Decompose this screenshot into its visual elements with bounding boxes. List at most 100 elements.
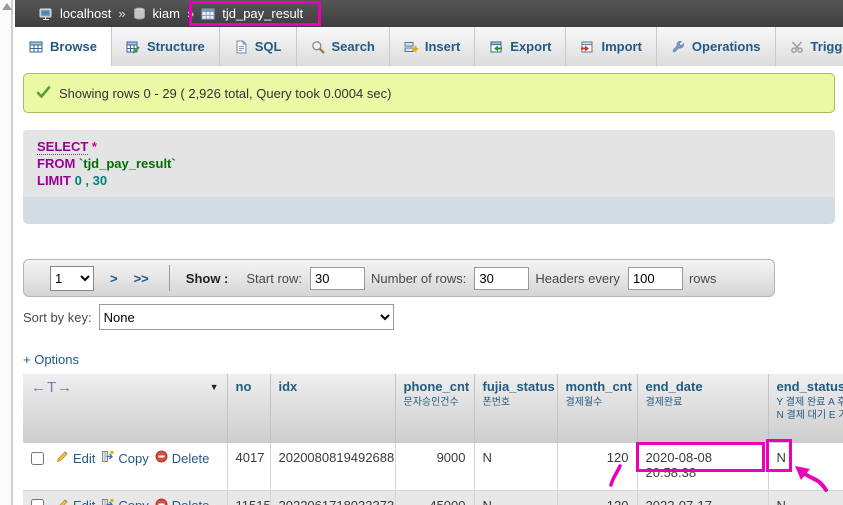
column-options-toggle-icon[interactable]: ▼ (210, 382, 219, 392)
edit-label: Edit (73, 498, 95, 505)
sql-operator: * (92, 139, 97, 154)
toolbar-divider (169, 265, 170, 291)
tab-triggers[interactable]: Triggers (776, 27, 843, 66)
row-select-checkbox[interactable] (31, 499, 44, 505)
column-header-idx: idx (270, 374, 395, 443)
headers-every-input[interactable] (628, 267, 683, 290)
next-page-link[interactable]: > (110, 271, 118, 286)
delete-row-link[interactable]: Delete (155, 450, 210, 466)
cell-phone-cnt: 45000 (395, 490, 474, 505)
query-result-message: Showing rows 0 - 29 ( 2,926 total, Query… (23, 73, 835, 113)
tab-operations[interactable]: Operations (657, 27, 776, 66)
sort-by-key-label: Sort by key: (23, 310, 92, 325)
column-sort-link[interactable]: month_cnt (566, 379, 629, 394)
insert-icon (404, 40, 418, 54)
tab-label: Search (332, 39, 375, 54)
show-label: Show : (186, 271, 229, 286)
column-header-fujia-status: fujia_status 폰번호 (474, 374, 557, 443)
column-sort-link[interactable]: idx (279, 379, 387, 394)
tab-export[interactable]: Export (475, 27, 566, 66)
phpmyadmin-window: localhost » kiam » tjd_pay_result Browse… (0, 0, 843, 505)
copy-row-link[interactable]: Copy (101, 450, 148, 466)
cell-end-status: N (768, 490, 843, 505)
pencil-icon (56, 498, 69, 505)
breadcrumb-table[interactable]: tjd_pay_result (222, 6, 303, 21)
tab-label: Import (601, 39, 641, 54)
sql-line: SELECT * (37, 138, 821, 155)
column-sort-link[interactable]: fujia_status (483, 379, 549, 394)
sql-keyword: SELECT (37, 139, 88, 155)
tab-label: Export (510, 39, 551, 54)
collapse-nav-icon[interactable] (2, 3, 12, 10)
sql-line: LIMIT 0 , 30 (37, 172, 821, 189)
table-row: Edit Copy Delete (23, 490, 843, 505)
row-actions-position-icon[interactable]: ←T→ (31, 379, 73, 396)
success-check-icon (36, 85, 51, 102)
column-sort-link[interactable]: end_date (646, 379, 760, 394)
cell-end-date: 2020-08-08 20:58:38 (637, 443, 768, 490)
tab-label: Triggers (811, 39, 843, 54)
sql-table-identifier: `tjd_pay_result` (79, 156, 176, 171)
page-selector[interactable]: 1 (50, 266, 94, 291)
cell-month-cnt: 120 (557, 443, 637, 490)
delete-row-link[interactable]: Delete (155, 498, 210, 505)
edit-row-link[interactable]: Edit (56, 498, 95, 505)
import-icon (580, 40, 594, 54)
start-row-input[interactable] (310, 267, 365, 290)
page-content: Showing rows 0 - 29 ( 2,926 total, Query… (15, 73, 843, 505)
delete-icon (155, 450, 168, 466)
delete-label: Delete (172, 451, 210, 466)
column-sort-link[interactable]: end_status (777, 379, 843, 394)
tab-label: Insert (425, 39, 460, 54)
sort-by-key-row: Sort by key: None (23, 304, 835, 330)
tab-search[interactable]: Search (297, 27, 390, 66)
number-of-rows-label: Number of rows: (371, 271, 466, 286)
breadcrumb: localhost » kiam » tjd_pay_result (15, 0, 843, 27)
export-icon (489, 40, 503, 54)
row-select-checkbox[interactable] (31, 452, 44, 465)
delete-icon (155, 498, 168, 505)
copy-icon (101, 450, 114, 466)
last-page-link[interactable]: >> (134, 271, 149, 286)
breadcrumb-database[interactable]: kiam (153, 6, 180, 21)
tab-browse[interactable]: Browse (15, 27, 112, 66)
copy-label: Copy (118, 498, 148, 505)
sort-by-key-select[interactable]: None (99, 304, 394, 330)
tab-import[interactable]: Import (566, 27, 656, 66)
tab-structure[interactable]: Structure (112, 27, 220, 66)
edit-row-link[interactable]: Edit (56, 450, 95, 466)
options-toggle-link[interactable]: + Options (23, 352, 93, 367)
sql-keyword: FROM (37, 156, 75, 171)
sql-keyword: LIMIT (37, 173, 71, 188)
column-comment: 문자승인건수 (404, 396, 466, 409)
copy-row-link[interactable]: Copy (101, 498, 148, 505)
column-sort-link[interactable]: phone_cnt (404, 379, 466, 394)
tab-sql[interactable]: SQL (220, 27, 297, 66)
row-actions-cell: Edit Copy Delete (23, 443, 227, 490)
tab-insert[interactable]: Insert (390, 27, 475, 66)
column-sort-link[interactable]: no (236, 379, 262, 394)
results-table-wrapper: ←T→ ▼ no idx phone_cnt 문자승인건수 (23, 374, 843, 505)
column-header-no: no (227, 374, 270, 443)
header-row: ←T→ ▼ no idx phone_cnt 문자승인건수 (23, 374, 843, 443)
edit-label: Edit (73, 451, 95, 466)
breadcrumb-server[interactable]: localhost (60, 6, 111, 21)
row-actions-cell: Edit Copy Delete (23, 490, 227, 505)
column-comment: 폰번호 (483, 396, 549, 409)
main-panel: localhost » kiam » tjd_pay_result Browse… (15, 0, 843, 505)
results-table: ←T→ ▼ no idx phone_cnt 문자승인건수 (23, 374, 843, 505)
cell-month-cnt: 120 (557, 490, 637, 505)
tab-label: SQL (255, 39, 282, 54)
breadcrumb-separator: » (116, 6, 127, 21)
tab-label: Browse (50, 39, 97, 54)
copy-label: Copy (118, 451, 148, 466)
sql-query-box: SELECT * FROM `tjd_pay_result` LIMIT 0 ,… (23, 130, 835, 224)
column-header-phone-cnt: phone_cnt 문자승인건수 (395, 374, 474, 443)
breadcrumb-separator: » (185, 6, 196, 21)
number-of-rows-input[interactable] (474, 267, 529, 290)
sql-numbers: 0 , 30 (75, 173, 108, 188)
database-icon (133, 7, 146, 21)
nav-panel-strip (0, 0, 13, 505)
table-tabs: Browse Structure SQL Search Insert Expor… (15, 27, 843, 66)
pencil-icon (56, 450, 69, 466)
